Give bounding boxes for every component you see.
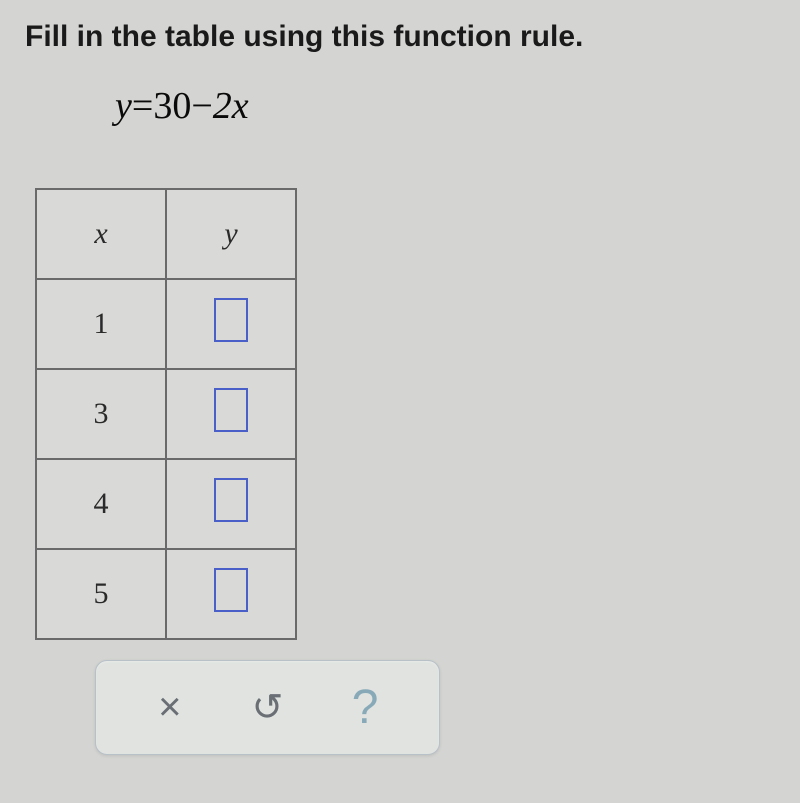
column-header-y: y — [166, 189, 296, 279]
y-input-cell — [166, 279, 296, 369]
function-table: x y 1 3 4 5 — [35, 188, 297, 640]
y-input[interactable] — [214, 298, 248, 342]
help-icon: ? — [352, 680, 379, 735]
undo-button[interactable]: ↺ — [240, 680, 295, 735]
table-row: 1 — [36, 279, 296, 369]
constant-30: 30 — [153, 85, 191, 127]
toolbar: × ↺ ? — [95, 660, 440, 755]
term-2x: 2x — [213, 85, 249, 127]
y-input[interactable] — [214, 568, 248, 612]
x-value: 5 — [36, 549, 166, 639]
function-rule: y=30−2x — [115, 84, 775, 128]
equals-sign: = — [132, 85, 153, 127]
help-button[interactable]: ? — [338, 680, 393, 735]
y-input[interactable] — [214, 388, 248, 432]
y-input-cell — [166, 549, 296, 639]
table-row: 4 — [36, 459, 296, 549]
clear-button[interactable]: × — [142, 680, 197, 735]
column-header-x: x — [36, 189, 166, 279]
instruction-text: Fill in the table using this function ru… — [25, 20, 775, 54]
x-value: 4 — [36, 459, 166, 549]
x-value: 1 — [36, 279, 166, 369]
x-value: 3 — [36, 369, 166, 459]
y-input-cell — [166, 459, 296, 549]
undo-icon: ↺ — [252, 685, 284, 730]
minus-sign: − — [191, 85, 212, 127]
var-y: y — [115, 85, 132, 127]
y-input[interactable] — [214, 478, 248, 522]
x-icon: × — [158, 685, 181, 730]
table-row: 5 — [36, 549, 296, 639]
y-input-cell — [166, 369, 296, 459]
table-row: 3 — [36, 369, 296, 459]
